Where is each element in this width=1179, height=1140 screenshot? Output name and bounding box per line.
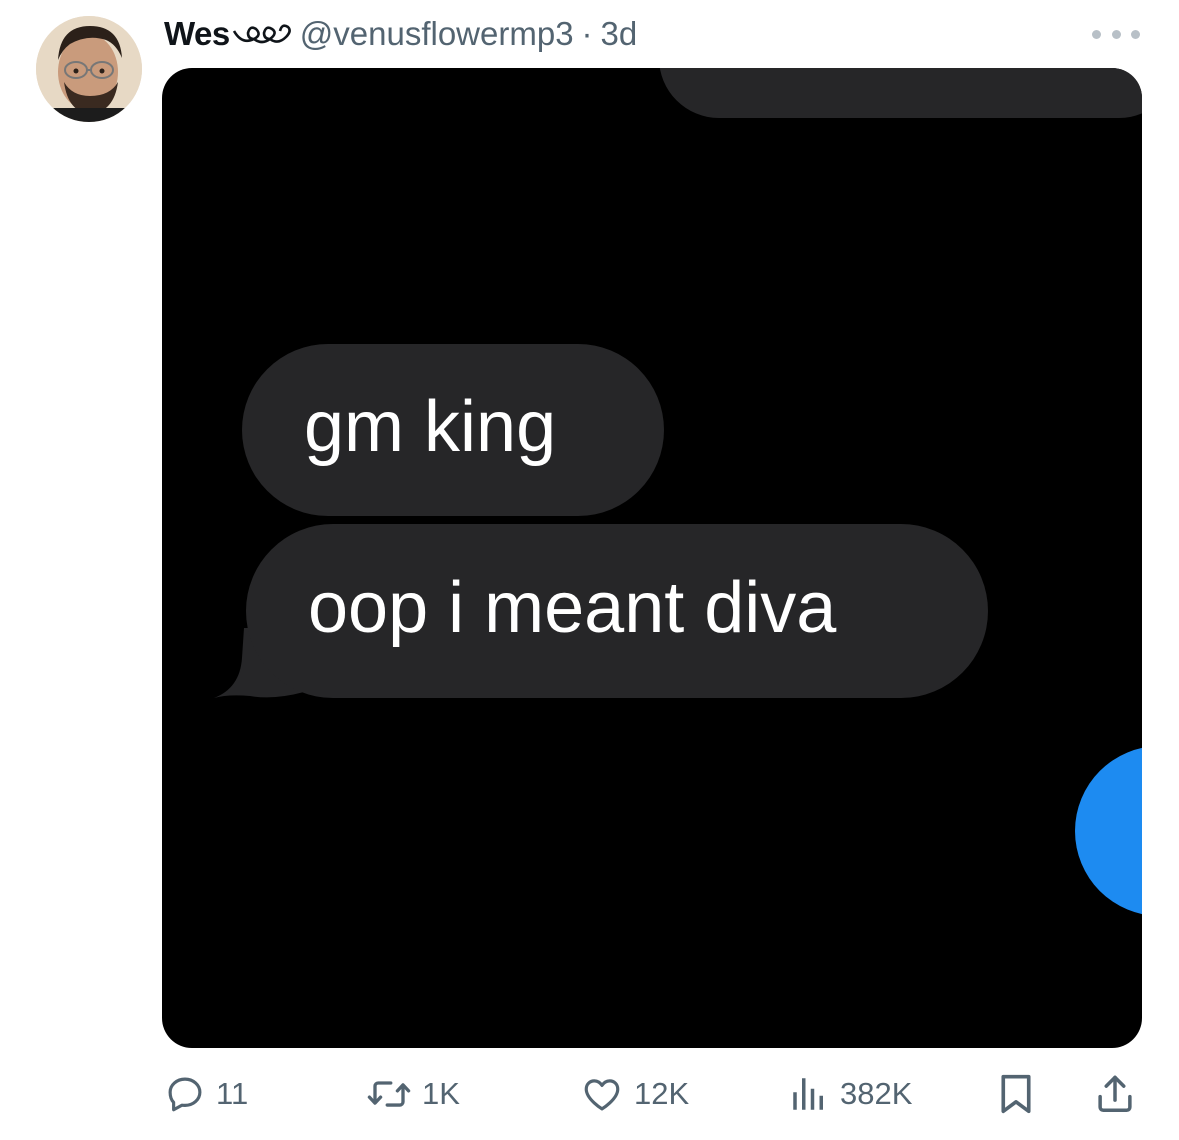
tweet-timestamp[interactable]: 3d (601, 15, 638, 53)
views-button[interactable]: 382K (788, 1064, 912, 1124)
heart-icon (584, 1079, 620, 1111)
more-options-button[interactable] (1092, 24, 1140, 44)
header-separator: · (581, 15, 593, 52)
more-icon-dot (1131, 29, 1140, 39)
swirl-emoji-icon (232, 24, 291, 44)
retweet-icon (367, 1081, 411, 1107)
tweet-action-bar: 11 1K 12K 382K (162, 1064, 1142, 1124)
view-count: 382K (840, 1076, 913, 1111)
tweet-media-image[interactable]: gm king oop i meant diva (162, 68, 1142, 1048)
blue-circle (1075, 746, 1142, 916)
bookmark-icon (1001, 1074, 1031, 1114)
share-button[interactable] (1094, 1064, 1136, 1124)
message-bubble: oop i meant diva (246, 524, 988, 698)
retweet-count: 1K (422, 1076, 460, 1111)
more-icon-dot (1111, 29, 1121, 39)
display-name[interactable]: Wes (164, 15, 230, 53)
message-text: oop i meant diva (308, 568, 837, 649)
bookmark-button[interactable] (996, 1064, 1036, 1124)
tweet-header: Wes @venusflowermp3 · 3d (164, 12, 637, 56)
reply-count: 11 (216, 1076, 249, 1111)
avatar-photo (36, 16, 142, 122)
reply-icon (168, 1077, 202, 1112)
message-bubble: gm king (242, 344, 664, 516)
views-icon (793, 1078, 823, 1110)
retweet-button[interactable]: 1K (366, 1064, 460, 1124)
like-count: 12K (634, 1076, 690, 1111)
reply-button[interactable]: 11 (164, 1064, 248, 1124)
share-icon (1098, 1075, 1132, 1113)
like-button[interactable]: 12K (580, 1064, 689, 1124)
more-icon-dot (1092, 29, 1101, 39)
message-text: gm king (304, 387, 557, 468)
avatar[interactable] (36, 16, 142, 122)
partial-message-bubble (659, 68, 1142, 118)
user-handle[interactable]: @venusflowermp3 (300, 15, 574, 53)
